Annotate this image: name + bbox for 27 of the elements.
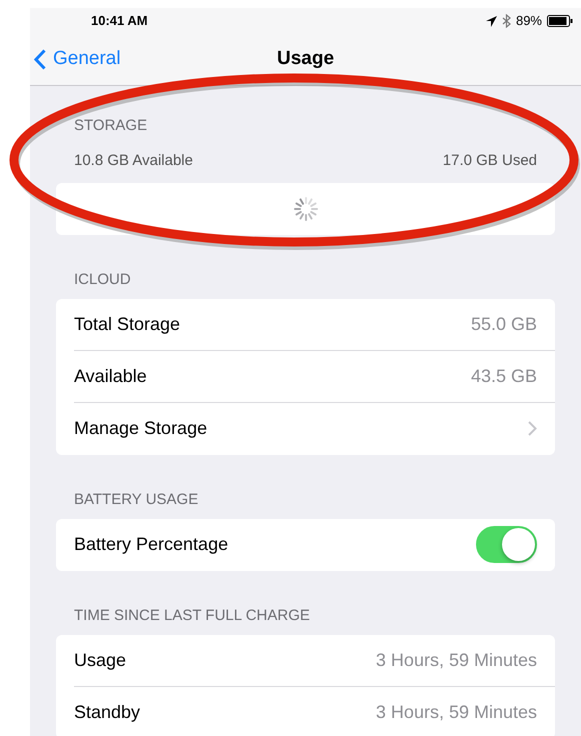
section-header: TIME SINCE LAST FULL CHARGE [74,606,310,624]
row-label: Battery Percentage [74,533,228,556]
bluetooth-icon [502,14,511,28]
status-time: 10:41 AM [91,12,148,30]
chevron-left-icon [34,49,46,70]
toggle-switch[interactable] [476,526,537,563]
section-header: BATTERY USAGE [74,490,198,508]
row-value: 3 Hours, 59 Minutes [376,701,537,724]
row-label: Available [74,364,147,388]
row-label: Standby [74,701,140,724]
row-value: 55.0 GB [470,312,537,336]
row-label: Manage Storage [74,417,208,440]
back-button[interactable]: General [30,45,121,74]
row-value: 3 Hours, 59 Minutes [376,648,537,672]
location-arrow-icon [486,16,497,26]
row-label: Usage [74,648,126,672]
chevron-right-icon [528,421,537,436]
battery-percentage: 89% [516,12,542,30]
row-label: Total Storage [74,312,180,336]
loading-spinner-icon [294,196,318,220]
storage-available: 10.8 GB Available [74,151,193,171]
section-header: ICLOUD [74,270,131,288]
battery-icon [547,15,573,27]
storage-used: 17.0 GB Used [442,151,537,171]
navigation-title: Usage [276,47,334,72]
section-header: STORAGE [74,117,148,134]
row-value: 43.5 GB [470,364,537,388]
